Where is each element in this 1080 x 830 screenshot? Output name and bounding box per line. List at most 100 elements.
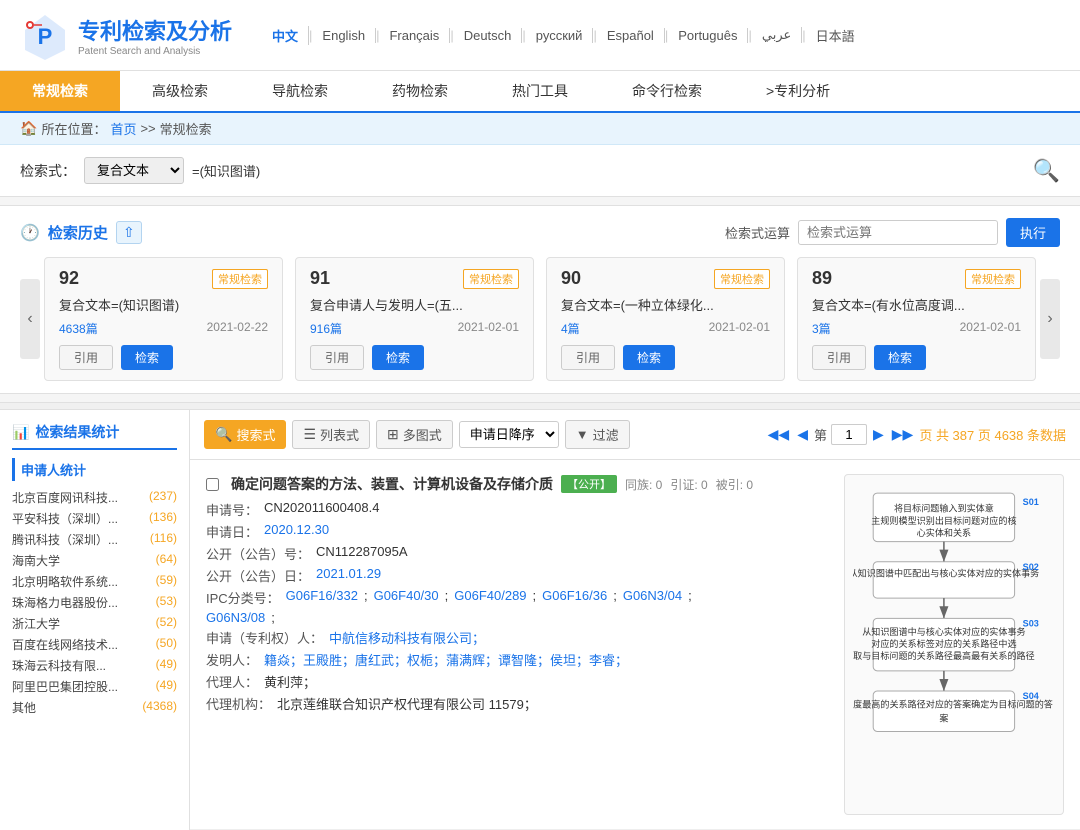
list-item[interactable]: 百度在线网络技术... (50): [12, 634, 177, 655]
history-title-text: 检索历史: [48, 222, 108, 243]
search-type-select[interactable]: 复合文本: [84, 157, 184, 184]
ipc-value-5[interactable]: G06N3/08: [206, 610, 265, 625]
formula-input[interactable]: [798, 220, 998, 245]
list-item[interactable]: 北京百度网讯科技... (237): [12, 487, 177, 508]
svg-text:对应的关系标签对应的关系路径中选: 对应的关系标签对应的关系路径中选: [871, 638, 1016, 649]
carousel-prev-button[interactable]: ‹: [20, 279, 40, 359]
agency-value: 北京莲维联合知识产权代理有限公司 11579；: [277, 694, 537, 713]
filter-icon: ▼: [576, 427, 589, 442]
card-tag-89: 常规检索: [965, 269, 1021, 289]
lang-ar[interactable]: عربي: [752, 27, 802, 43]
tab-cmd-search[interactable]: 命令行检索: [600, 71, 734, 111]
page-next-button[interactable]: ▶: [871, 426, 886, 443]
list-item[interactable]: 北京明略软件系统... (59): [12, 571, 177, 592]
grid-mode-button[interactable]: ⊞ 多图式: [376, 420, 453, 449]
breadcrumb-prefix: 所在位置：: [41, 119, 106, 138]
home-icon: 🏠: [20, 120, 37, 137]
search-mode-button[interactable]: 🔍 搜索式: [204, 420, 286, 449]
list-item[interactable]: 其他 (4368): [12, 697, 177, 718]
list-item[interactable]: 腾讯科技（深圳）... (116): [12, 529, 177, 550]
card-quote-btn-91[interactable]: 引用: [310, 345, 364, 370]
pubno-field: 公开（公告）号： CN112287095A: [206, 544, 830, 563]
card-search-btn-92[interactable]: 检索: [121, 345, 173, 370]
sidebar-title: 📊 检索结果统计: [12, 422, 177, 450]
lang-ru[interactable]: русский: [526, 28, 594, 43]
ipc-value-3[interactable]: G06F16/36: [542, 588, 607, 607]
page-first-button[interactable]: ◀◀: [766, 426, 792, 443]
card-tag-90: 常规检索: [714, 269, 770, 289]
list-item[interactable]: 珠海云科技有限... (49): [12, 655, 177, 676]
tab-regular-search[interactable]: 常规检索: [0, 71, 120, 111]
result-checkbox[interactable]: [206, 478, 219, 491]
logo-icon: P: [20, 10, 70, 60]
logo-cn-text: 专利检索及分析: [78, 19, 232, 44]
card-date-91: 2021-02-01: [458, 320, 519, 337]
tab-drug-search[interactable]: 药物检索: [360, 71, 480, 111]
tongzu-tag: 同族: 0: [625, 476, 662, 493]
exec-button[interactable]: 执行: [1006, 218, 1060, 247]
sidebar-applicant-section: 申请人统计 北京百度网讯科技... (237) 平安科技（深圳）... (136…: [12, 458, 177, 718]
table-row: 确定问题答案的方法、装置、计算机设备及存储介质 【公开】 同族: 0 引证: 0…: [190, 460, 1080, 830]
page-label: 第: [814, 425, 827, 444]
lang-es[interactable]: Español: [597, 28, 665, 43]
card-quote-btn-90[interactable]: 引用: [561, 345, 615, 370]
lang-zh[interactable]: 中文: [262, 26, 309, 45]
list-item[interactable]: 浙江大学 (52): [12, 613, 177, 634]
list-item[interactable]: 海南大学 (64): [12, 550, 177, 571]
agent-field: 代理人： 黄利萍；: [206, 672, 830, 691]
history-refresh-button[interactable]: ⇧: [116, 221, 142, 244]
search-icon[interactable]: 🔍: [1033, 158, 1060, 184]
svg-text:主规则模型识别出目标问题对应的核: 主规则模型识别出目标问题对应的核: [871, 515, 1016, 526]
sort-select[interactable]: 申请日降序: [459, 421, 559, 448]
lang-fr[interactable]: Français: [379, 28, 450, 43]
pubdate-field: 公开（公告）日： 2021.01.29: [206, 566, 830, 585]
applicant-value[interactable]: 中航信移动科技有限公司；: [329, 628, 485, 647]
sidebar: 📊 检索结果统计 申请人统计 北京百度网讯科技... (237) 平安科技（深圳…: [0, 410, 190, 830]
tab-advanced-search[interactable]: 高级检索: [120, 71, 240, 111]
ipc-value-2[interactable]: G06F40/289: [454, 588, 526, 607]
card-date-92: 2021-02-22: [207, 320, 268, 337]
lang-de[interactable]: Deutsch: [454, 28, 523, 43]
card-search-btn-91[interactable]: 检索: [372, 345, 424, 370]
ipc-field: IPC分类号： G06F16/332 ; G06F40/30 ; G06F40/…: [206, 588, 830, 607]
result-title-row: 确定问题答案的方法、装置、计算机设备及存储介质 【公开】 同族: 0 引证: 0…: [206, 474, 830, 494]
card-quote-btn-92[interactable]: 引用: [59, 345, 113, 370]
carousel-next-button[interactable]: ›: [1040, 279, 1060, 359]
card-quote-btn-89[interactable]: 引用: [812, 345, 866, 370]
search-label: 检索式：: [20, 161, 76, 181]
card-query-91: 复合申请人与发明人=(五...: [310, 295, 519, 314]
inventor-value[interactable]: 籍焱；王殿胜；唐红武；权栀；蒲满辉；谭智隆；侯坦；李睿；: [264, 650, 628, 669]
page-last-button[interactable]: ▶▶: [890, 426, 916, 443]
chart-icon: 📊: [12, 424, 29, 441]
ipc-value-0[interactable]: G06F16/332: [286, 588, 358, 607]
pubno-value: CN112287095A: [316, 544, 408, 563]
page-prev-button[interactable]: ◀: [795, 426, 810, 443]
card-num-91: 91: [310, 268, 330, 289]
tab-patent-analysis[interactable]: >专利分析: [734, 71, 862, 111]
tab-hot-tools[interactable]: 热门工具: [480, 71, 600, 111]
tab-nav-search[interactable]: 导航检索: [240, 71, 360, 111]
clock-icon: 🕐: [20, 223, 40, 243]
language-nav: 中文 | English | Français | Deutsch | русс…: [262, 26, 865, 45]
lang-pt[interactable]: Português: [668, 28, 748, 43]
list-item[interactable]: 珠海格力电器股份... (53): [12, 592, 177, 613]
list-item[interactable]: 平安科技（深圳）... (136): [12, 508, 177, 529]
yinzheng-tag: 引证: 0: [670, 476, 707, 493]
breadcrumb-home-link[interactable]: 首页: [110, 119, 136, 138]
card-search-btn-89[interactable]: 检索: [874, 345, 926, 370]
ipc-value-1[interactable]: G06F40/30: [374, 588, 439, 607]
lang-en[interactable]: English: [312, 28, 376, 43]
list-icon: ☰: [303, 426, 316, 443]
list-mode-button[interactable]: ☰ 列表式: [292, 420, 370, 449]
lang-ja[interactable]: 日本語: [806, 26, 865, 45]
card-search-btn-90[interactable]: 检索: [623, 345, 675, 370]
result-diagram: 将目标问题输入到实体意 主规则模型识别出目标问题对应的核 心实体和关系 S01 …: [844, 474, 1064, 815]
history-card-91: 91 常规检索 复合申请人与发明人=(五... 916篇 2021-02-01 …: [295, 257, 534, 381]
filter-button[interactable]: ▼ 过滤: [565, 420, 630, 449]
page-input[interactable]: [831, 424, 867, 445]
svg-text:从知识图谱中与核心实体对应的实体事务: 从知识图谱中与核心实体对应的实体事务: [862, 626, 1025, 637]
list-item[interactable]: 阿里巴巴集团控股... (49): [12, 676, 177, 697]
search-expression: =(知识图谱): [192, 161, 260, 180]
ipc-value-4[interactable]: G06N3/04: [623, 588, 682, 607]
results-area: 🔍 搜索式 ☰ 列表式 ⊞ 多图式 申请日降序 ▼ 过滤 ◀◀ ◀ 第: [190, 410, 1080, 830]
